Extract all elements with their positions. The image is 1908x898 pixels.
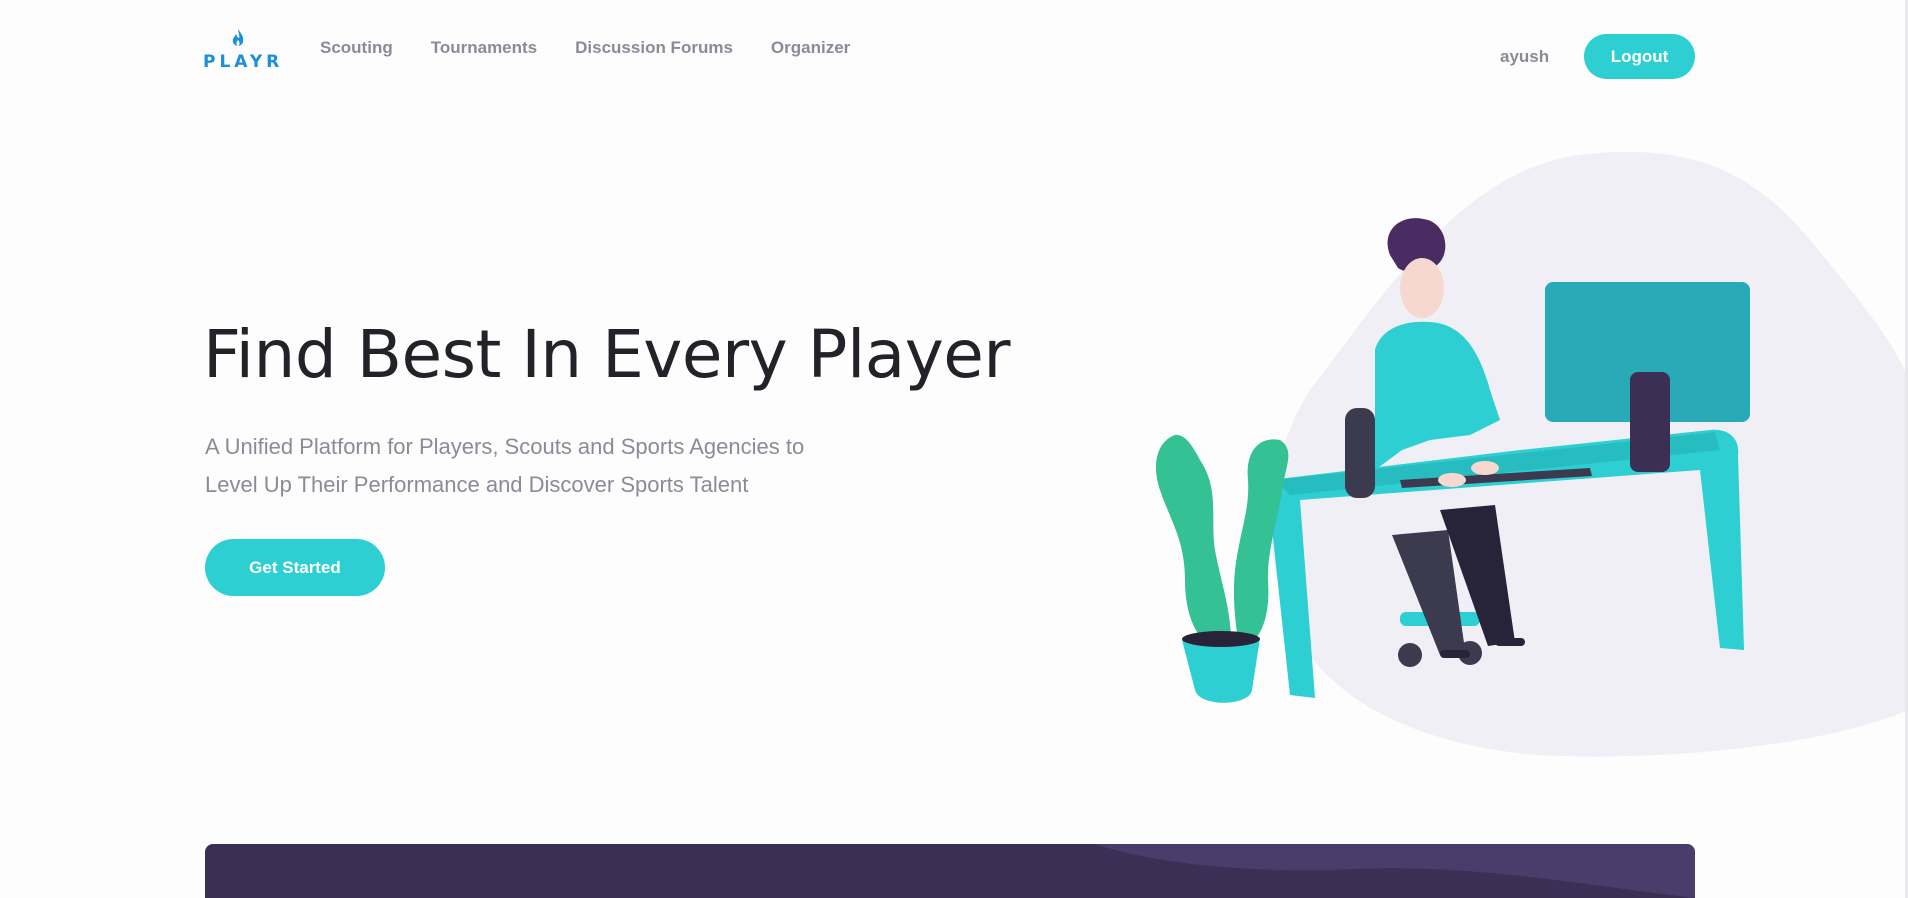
get-started-button[interactable]: Get Started	[205, 539, 385, 596]
flame-icon	[232, 29, 244, 46]
playr-logo[interactable]: PLAYR	[203, 28, 279, 74]
nav-scouting[interactable]: Scouting	[320, 38, 393, 58]
potted-plant	[1155, 434, 1289, 703]
band-wave-decoration	[1095, 844, 1695, 898]
feature-section-band	[205, 844, 1695, 898]
main-nav: Scouting Tournaments Discussion Forums O…	[320, 38, 850, 58]
logout-button[interactable]: Logout	[1584, 34, 1695, 79]
user-name[interactable]: ayush	[1500, 47, 1549, 67]
nav-discussion-forums[interactable]: Discussion Forums	[575, 38, 733, 58]
nav-tournaments[interactable]: Tournaments	[431, 38, 537, 58]
brand-name: PLAYR	[203, 52, 284, 72]
hero-subtitle: A Unified Platform for Players, Scouts a…	[205, 434, 805, 497]
nav-organizer[interactable]: Organizer	[771, 38, 850, 58]
hero-illustration	[1155, 151, 1908, 757]
top-navbar: PLAYR Scouting Tournaments Discussion Fo…	[0, 0, 1908, 110]
hero-title: Find Best In Every Player	[203, 316, 1011, 393]
